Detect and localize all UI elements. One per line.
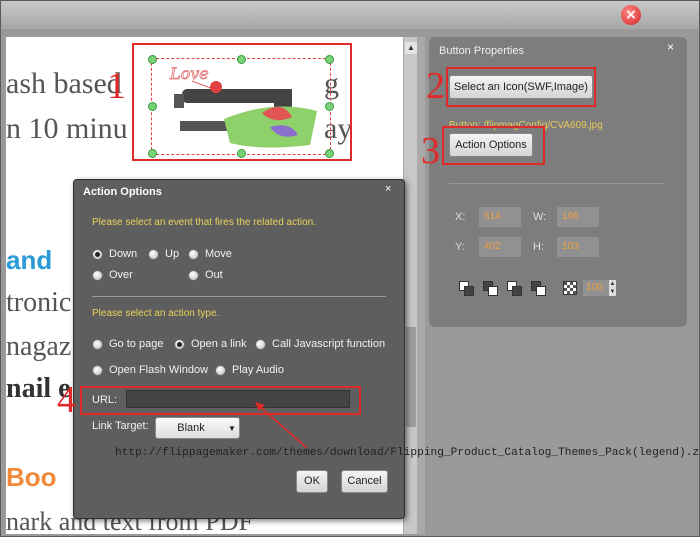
page-heading: Boo — [6, 462, 57, 492]
scroll-up-icon[interactable]: ▲ — [405, 42, 417, 54]
event-radio-out[interactable]: Out — [188, 269, 223, 281]
annotation-number: 3 — [421, 130, 440, 172]
annotation-number: 1 — [107, 65, 126, 107]
event-hint: Please select an event that fires the re… — [92, 217, 317, 228]
event-radio-move[interactable]: Move — [188, 248, 232, 260]
action-hint: Please select an action type. — [92, 308, 220, 319]
radio-dot[interactable] — [92, 338, 103, 350]
page-text-line: tronic — [6, 287, 72, 318]
radio-dot[interactable] — [215, 364, 226, 376]
page-text-line: ash based — [6, 67, 122, 100]
annotation-number: 2 — [426, 65, 445, 107]
send-to-back-icon[interactable] — [531, 281, 546, 296]
action-radio-open-flash-window[interactable]: Open Flash Window — [92, 364, 208, 376]
action-options-dialog: Action Options × Please select an event … — [73, 179, 405, 519]
y-input[interactable]: 402 — [479, 237, 521, 257]
radio-dot[interactable] — [92, 248, 103, 260]
annotation-box-2 — [446, 67, 596, 107]
radio-dot[interactable] — [92, 364, 103, 376]
panel-close-icon[interactable]: × — [667, 40, 674, 54]
divider — [449, 183, 665, 184]
annotation-box-3 — [442, 126, 545, 165]
send-backward-icon[interactable] — [507, 281, 522, 296]
radio-dot[interactable] — [255, 338, 266, 350]
ok-button[interactable]: OK — [296, 470, 328, 493]
panel-divider — [417, 37, 425, 534]
scroll-thumb[interactable] — [406, 327, 416, 427]
action-radio-open-link[interactable]: Open a link — [174, 338, 247, 350]
title-bar — [1, 1, 699, 29]
vertical-scrollbar[interactable]: ▲ — [403, 37, 418, 534]
y-label: Y: — [455, 241, 465, 253]
h-label: H: — [533, 241, 544, 253]
divider — [92, 296, 386, 297]
x-label: X: — [455, 211, 466, 223]
panel-title: Button Properties — [439, 45, 524, 57]
opacity-stepper[interactable]: ▲ ▼ — [609, 280, 616, 296]
radio-dot[interactable] — [188, 248, 199, 260]
radio-dot[interactable] — [188, 269, 199, 281]
action-radio-call-javascript[interactable]: Call Javascript function — [255, 338, 385, 350]
annotation-box-1 — [132, 43, 352, 161]
page-text-line: n 10 minu — [6, 112, 128, 145]
action-radio-go-to-page[interactable]: Go to page — [92, 338, 163, 350]
height-input[interactable]: 103 — [557, 237, 599, 257]
link-target-select[interactable]: Blank ▼ — [155, 417, 240, 439]
w-label: W: — [533, 211, 547, 223]
dialog-close-icon[interactable]: × — [385, 183, 391, 195]
event-radio-down[interactable]: Down — [92, 248, 137, 260]
x-input[interactable]: 614 — [479, 207, 521, 227]
annotation-box-4 — [80, 386, 361, 415]
chevron-down-icon: ▼ — [228, 424, 236, 433]
width-input[interactable]: 196 — [557, 207, 599, 227]
event-radio-over[interactable]: Over — [92, 269, 133, 281]
opacity-icon — [563, 281, 577, 295]
app-window: × ash based n 10 minu g ay and tronic na… — [0, 0, 700, 537]
page-heading: and — [6, 245, 53, 275]
radio-dot[interactable] — [174, 338, 185, 350]
dialog-title: Action Options — [83, 186, 162, 198]
bring-to-front-icon[interactable] — [459, 281, 474, 296]
annotation-number: 4 — [57, 379, 76, 421]
download-url-note: http://flippagemaker.com/themes/download… — [115, 447, 700, 459]
radio-dot[interactable] — [148, 248, 159, 260]
cancel-button[interactable]: Cancel — [341, 470, 388, 493]
annotation-arrow-icon — [255, 402, 308, 449]
opacity-input[interactable]: 100 — [583, 280, 609, 296]
bring-forward-icon[interactable] — [483, 281, 498, 296]
link-target-label: Link Target: — [92, 420, 149, 432]
page-text-line: nagaz — [6, 331, 72, 362]
action-radio-play-audio[interactable]: Play Audio — [215, 364, 284, 376]
radio-dot[interactable] — [92, 269, 103, 281]
event-radio-up[interactable]: Up — [148, 248, 179, 260]
window-close-icon[interactable]: × — [621, 5, 641, 25]
